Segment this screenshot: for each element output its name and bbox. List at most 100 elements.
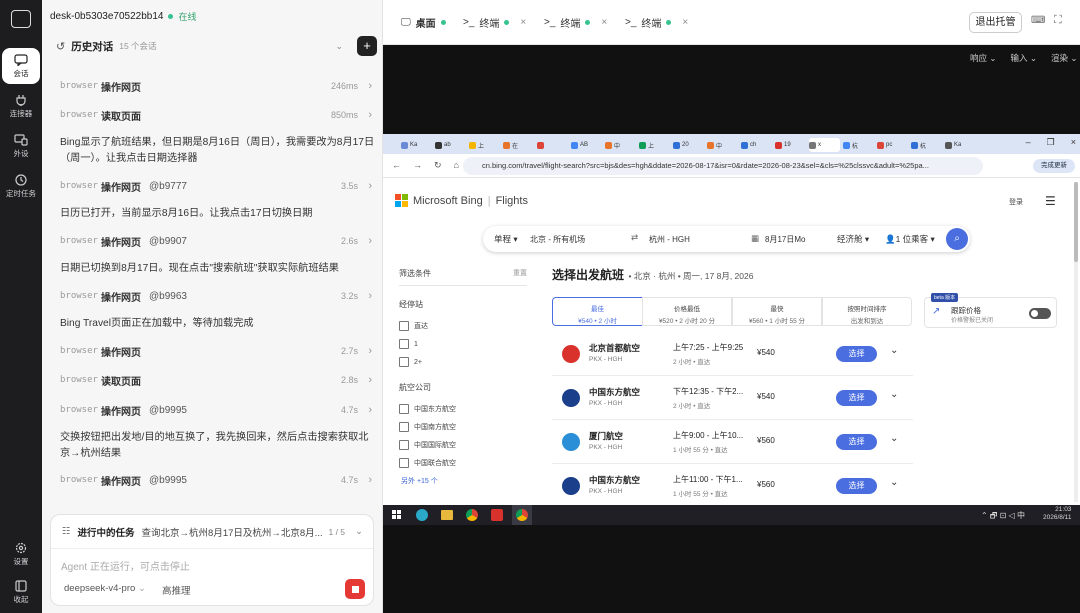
checkbox[interactable]	[399, 404, 409, 414]
tab-terminal[interactable]: >_ 终端 ×	[625, 13, 688, 31]
passenger-select[interactable]: 👤1 位乘客 ▾	[885, 233, 935, 245]
date-input[interactable]: 8月17日Mo	[765, 234, 805, 245]
wps-icon[interactable]	[491, 509, 503, 521]
system-tray[interactable]: ⌃ 🗗 ⊡ ◁ 中	[981, 510, 1025, 524]
tool-step[interactable]: browser 操作网页 @b9995 4.7s ›	[60, 400, 372, 420]
browser-tab[interactable]: 中	[605, 138, 636, 152]
flight-row[interactable]: 北京首都航空 PKX - HGH 上午7:25 - 上午9:25 2 小时 • 直达 ¥…	[552, 333, 913, 376]
checkbox[interactable]	[399, 357, 409, 367]
sort-option[interactable]: 最佳 ¥540 • 2 小时	[552, 297, 643, 326]
nav-item-collapse[interactable]: 收起	[2, 574, 40, 610]
menu-response[interactable]: 响应 ⌄	[970, 52, 997, 64]
nav-item-peripherals[interactable]: 外设	[2, 128, 40, 164]
nav-item-settings[interactable]: 设置	[2, 536, 40, 572]
filter-option[interactable]: 1	[399, 335, 428, 353]
clock[interactable]: 21:03 2026/8/11	[1043, 506, 1071, 522]
price-tracker[interactable]: beta 版本 ↗ 跟踪价格 价格警报已关闭	[924, 293, 1057, 328]
folder-icon[interactable]	[441, 510, 453, 520]
more-airlines-link[interactable]: 另外 +15 个	[401, 476, 438, 486]
tool-step[interactable]: browser 操作网页 2.7s ›	[60, 341, 372, 361]
tool-step[interactable]: browser 操作网页 @b9995 4.7s ›	[60, 470, 372, 490]
search-button[interactable]: ⌕	[946, 228, 968, 250]
chevron-down-icon[interactable]: ⌄	[890, 345, 898, 356]
flight-row[interactable]: 中国东方航空 PKX - HGH 下午12:35 - 下午2... 2 小时 • 直达…	[552, 377, 913, 420]
browser-tab[interactable]	[537, 138, 568, 152]
chevron-down-icon[interactable]: ⌄	[335, 41, 343, 52]
select-flight-button[interactable]: 选择	[836, 478, 877, 494]
model-selector[interactable]: deepseek-v4-pro ⌄	[64, 583, 146, 594]
close-icon[interactable]: ×	[682, 17, 688, 28]
flight-row[interactable]: 中国东方航空 PKX - HGH 上午11:00 - 下午1... 1 小时 55 分…	[552, 465, 913, 505]
nav-item-chat[interactable]: 会话	[2, 48, 40, 84]
tab-terminal[interactable]: >_ 终端 ×	[463, 13, 526, 31]
checkbox[interactable]	[399, 440, 409, 450]
chrome-active-icon[interactable]	[512, 505, 532, 525]
track-toggle[interactable]	[1029, 308, 1051, 319]
browser-tab[interactable]: Ka	[945, 138, 976, 152]
tool-step[interactable]: browser 操作网页 246ms ›	[60, 76, 372, 96]
chevron-down-icon[interactable]: ⌄	[890, 477, 898, 488]
chrome-icon[interactable]	[466, 509, 478, 521]
scrollbar[interactable]	[1074, 182, 1078, 502]
filter-option[interactable]: 直达	[399, 317, 428, 335]
update-button[interactable]: 完成更新	[1033, 159, 1075, 173]
tab-terminal[interactable]: >_ 终端 ×	[544, 13, 607, 31]
bing-logo[interactable]: Microsoft Bing | Flights	[395, 194, 528, 207]
reasoning-selector[interactable]: 高推理	[162, 583, 191, 597]
keyboard-icon[interactable]: ⌨	[1031, 15, 1045, 26]
browser-tab[interactable]: 杭	[911, 138, 942, 152]
checkbox[interactable]	[399, 321, 409, 331]
browser-tab[interactable]: 在	[503, 138, 534, 152]
tool-step[interactable]: browser 操作网页 @b9777 3.5s ›	[60, 176, 372, 196]
chevron-down-icon[interactable]: ⌄	[890, 433, 898, 444]
filter-option[interactable]: 2+	[399, 353, 428, 371]
browser-tab[interactable]: pc	[877, 138, 908, 152]
tab-desktop[interactable]: 🖵 桌面	[401, 13, 446, 31]
message-input[interactable]: Agent 正在运行，可点击停止	[61, 558, 190, 573]
swap-icon[interactable]: ⇄	[631, 232, 638, 243]
filter-option[interactable]: 中国东方航空	[399, 400, 456, 418]
tool-step[interactable]: browser 读取页面 2.8s ›	[60, 370, 372, 390]
browser-tab[interactable]: 20	[673, 138, 704, 152]
close-icon[interactable]: ×	[520, 17, 526, 28]
browser-tab[interactable]: Ka	[401, 138, 432, 152]
sort-option[interactable]: 最快 ¥560 • 1 小时 55 分	[732, 297, 822, 326]
nav-item-scheduled[interactable]: 定时任务	[2, 168, 40, 204]
checkbox[interactable]	[399, 422, 409, 432]
browser-tab[interactable]: 中	[707, 138, 738, 152]
tool-step[interactable]: browser 操作网页 @b9907 2.6s ›	[60, 231, 372, 251]
release-control-button[interactable]: 退出托管	[969, 12, 1022, 33]
browser-tab[interactable]: ab	[435, 138, 466, 152]
browser-tab[interactable]: 杭	[843, 138, 874, 152]
history-bar[interactable]: ↺ 历史对话 15 个会话 ⌄ +	[50, 34, 377, 58]
flight-row[interactable]: 厦门航空 PKX - HGH 上午9:00 - 上午10... 1 小时 55 分 •…	[552, 421, 913, 464]
edge-icon[interactable]	[416, 509, 428, 521]
select-flight-button[interactable]: 选择	[836, 346, 877, 362]
to-input[interactable]: 杭州 - HGH	[649, 234, 690, 245]
browser-tab[interactable]: 上	[639, 138, 670, 152]
browser-tab[interactable]: 上	[469, 138, 500, 152]
cabin-select[interactable]: 经济舱 ▾	[837, 233, 869, 245]
sort-option[interactable]: 按照时间排序 出发和到达	[822, 297, 912, 326]
nav-buttons[interactable]: ← → ↻ ⌂	[392, 160, 459, 171]
nav-item-connectors[interactable]: 连接器	[2, 88, 40, 124]
browser-tab[interactable]: x	[809, 138, 840, 152]
hamburger-icon[interactable]: ☰	[1045, 194, 1056, 208]
trip-type-select[interactable]: 单程 ▾	[494, 233, 518, 245]
fullscreen-icon[interactable]: ⛶	[1054, 14, 1062, 27]
browser-tab[interactable]: ch	[741, 138, 772, 152]
filter-option[interactable]: 中国联合航空	[399, 454, 456, 472]
window-controls[interactable]: – ❐ ×	[1026, 137, 1076, 148]
close-icon[interactable]: ×	[601, 17, 607, 28]
chevron-down-icon[interactable]: ⌄	[890, 389, 898, 400]
from-input[interactable]: 北京 - 所有机场	[530, 234, 585, 245]
sort-option[interactable]: 价格最低 ¥520 • 2 小时 20 分	[642, 297, 732, 326]
menu-input[interactable]: 输入 ⌄	[1011, 52, 1038, 64]
browser-tab[interactable]: AB	[571, 138, 602, 152]
checkbox[interactable]	[399, 458, 409, 468]
filter-reset[interactable]: 重置	[513, 268, 527, 278]
start-icon[interactable]	[392, 510, 401, 519]
stop-button[interactable]	[345, 579, 365, 599]
menu-render[interactable]: 渲染 ⌄	[1051, 52, 1078, 64]
select-flight-button[interactable]: 选择	[836, 390, 877, 406]
